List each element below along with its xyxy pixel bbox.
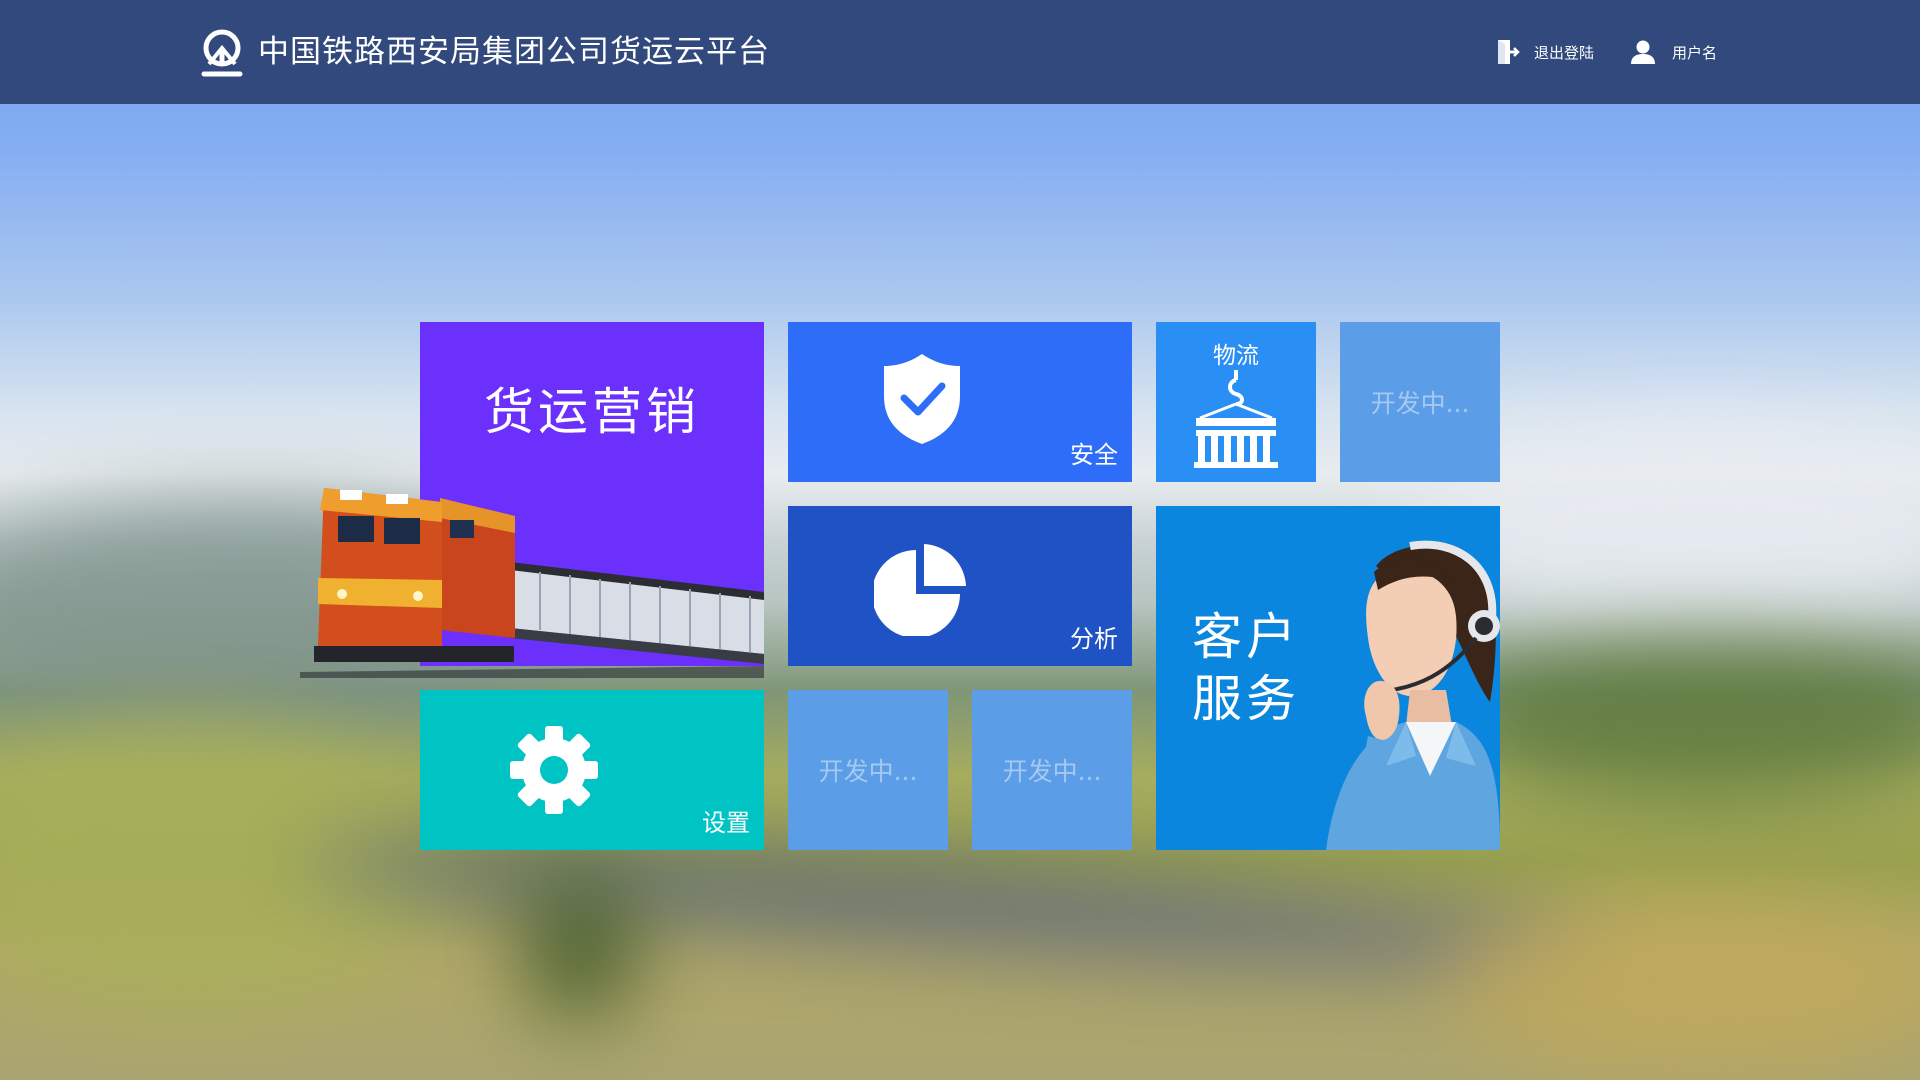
tile-safety[interactable]: 安全: [788, 322, 1132, 482]
freight-train-image: [300, 488, 764, 678]
user-icon: [1631, 40, 1655, 64]
tile-in-development-1-label: 开发中...: [1370, 389, 1470, 418]
crane-container-icon: [1194, 370, 1278, 468]
tile-customer-service-label: 客户 服务: [1192, 606, 1322, 730]
tile-logistics-label: 物流: [1213, 343, 1259, 369]
tile-freight-marketing-label: 货运营销: [484, 383, 700, 441]
tile-settings[interactable]: 设置: [420, 690, 764, 850]
username-label: 用户名: [1672, 43, 1718, 62]
shield-check-icon: [884, 354, 960, 444]
logout-button[interactable]: 退出登陆: [1496, 36, 1594, 68]
tile-in-development-3-label: 开发中...: [1002, 757, 1102, 786]
tile-analysis-label: 分析: [1070, 625, 1118, 653]
background-tree-center: [520, 880, 640, 1020]
train-wagons: [510, 562, 764, 664]
tile-logistics[interactable]: 物流: [1156, 322, 1316, 482]
logout-icon: [1498, 40, 1520, 64]
tile-customer-service-label-line1: 客户: [1192, 608, 1300, 666]
tile-customer-service[interactable]: 客户 服务: [1156, 506, 1500, 850]
user-menu[interactable]: 用户名: [1630, 36, 1717, 68]
tile-customer-service-label-line2: 服务: [1192, 670, 1300, 728]
tile-safety-label: 安全: [1070, 441, 1118, 469]
pie-chart-icon: [874, 544, 966, 636]
tile-in-development-2[interactable]: 开发中...: [788, 690, 948, 850]
page: 中国铁路西安局集团公司货运云平台 退出登陆 用户名 货运营销 安全 物流 开发中…: [0, 0, 1920, 1080]
tile-settings-label: 设置: [702, 809, 750, 837]
background-field-right: [1450, 900, 1920, 1080]
top-header-bar: 中国铁路西安局集团公司货运云平台 退出登陆 用户名: [0, 0, 1920, 104]
tile-in-development-2-label: 开发中...: [818, 757, 918, 786]
gear-icon: [510, 726, 598, 814]
tile-analysis[interactable]: 分析: [788, 506, 1132, 666]
train-locomotive-rear: [440, 498, 515, 638]
app-title: 中国铁路西安局集团公司货运云平台: [258, 34, 770, 70]
tile-in-development-1[interactable]: 开发中...: [1340, 322, 1500, 482]
china-railway-logo: [201, 29, 243, 77]
customer-service-agent-image: [1326, 540, 1500, 850]
logout-label: 退出登陆: [1534, 43, 1595, 62]
tile-in-development-3[interactable]: 开发中...: [972, 690, 1132, 850]
